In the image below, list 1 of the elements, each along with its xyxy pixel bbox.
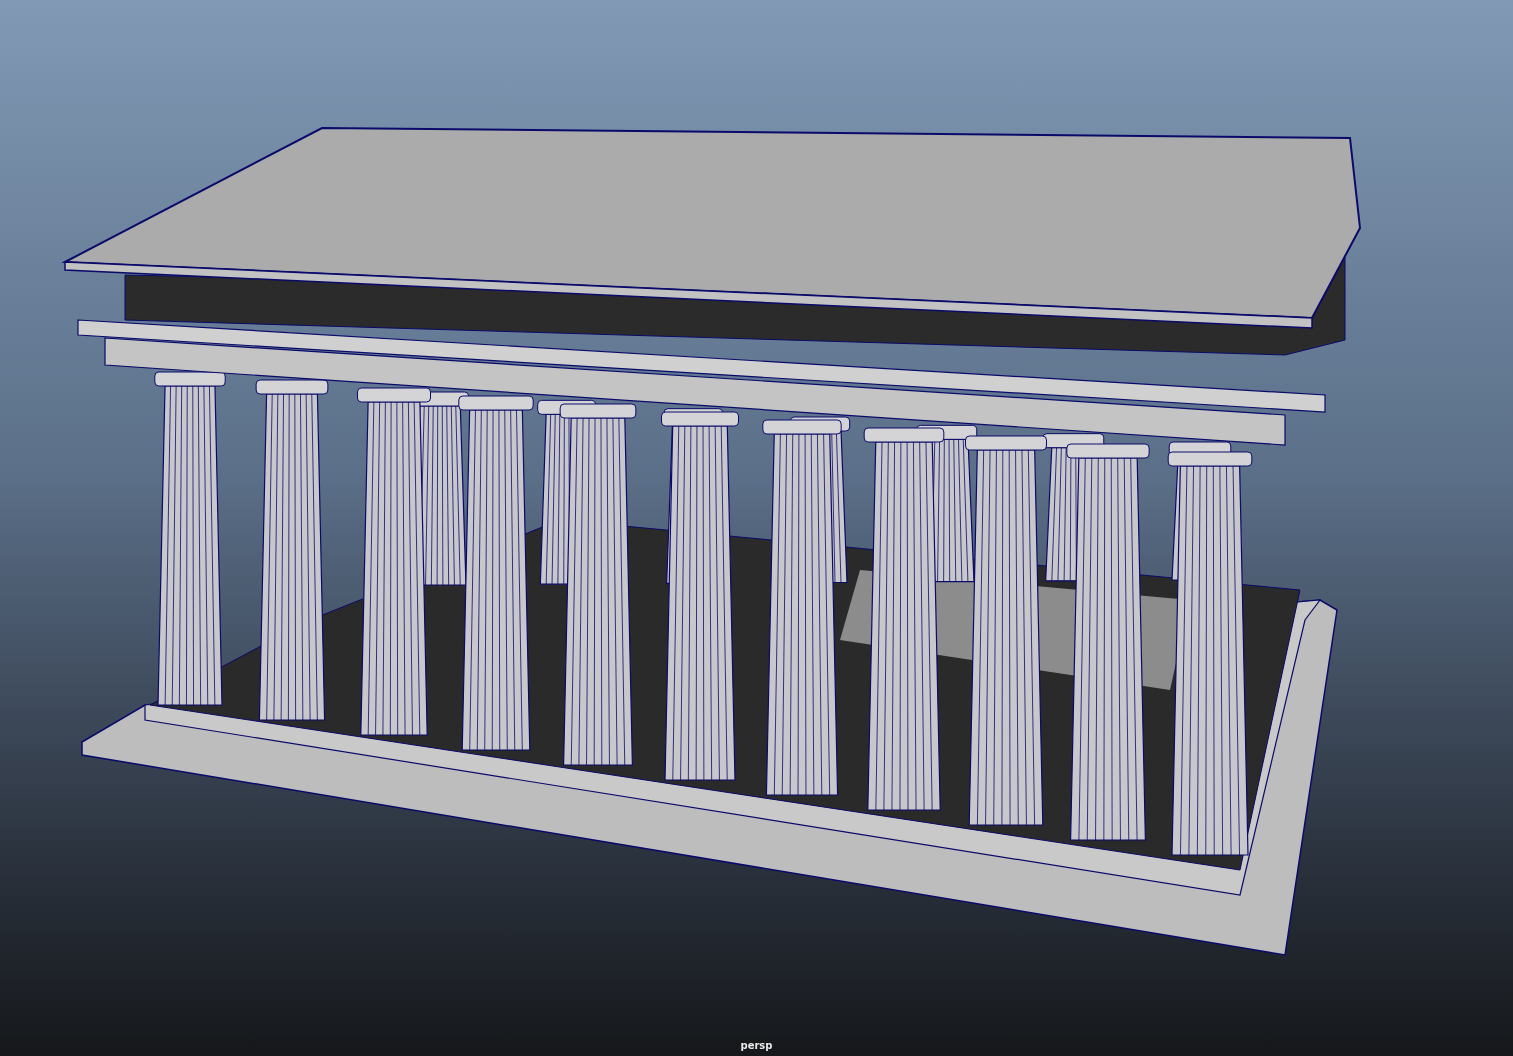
camera-label: persp <box>740 1039 773 1053</box>
